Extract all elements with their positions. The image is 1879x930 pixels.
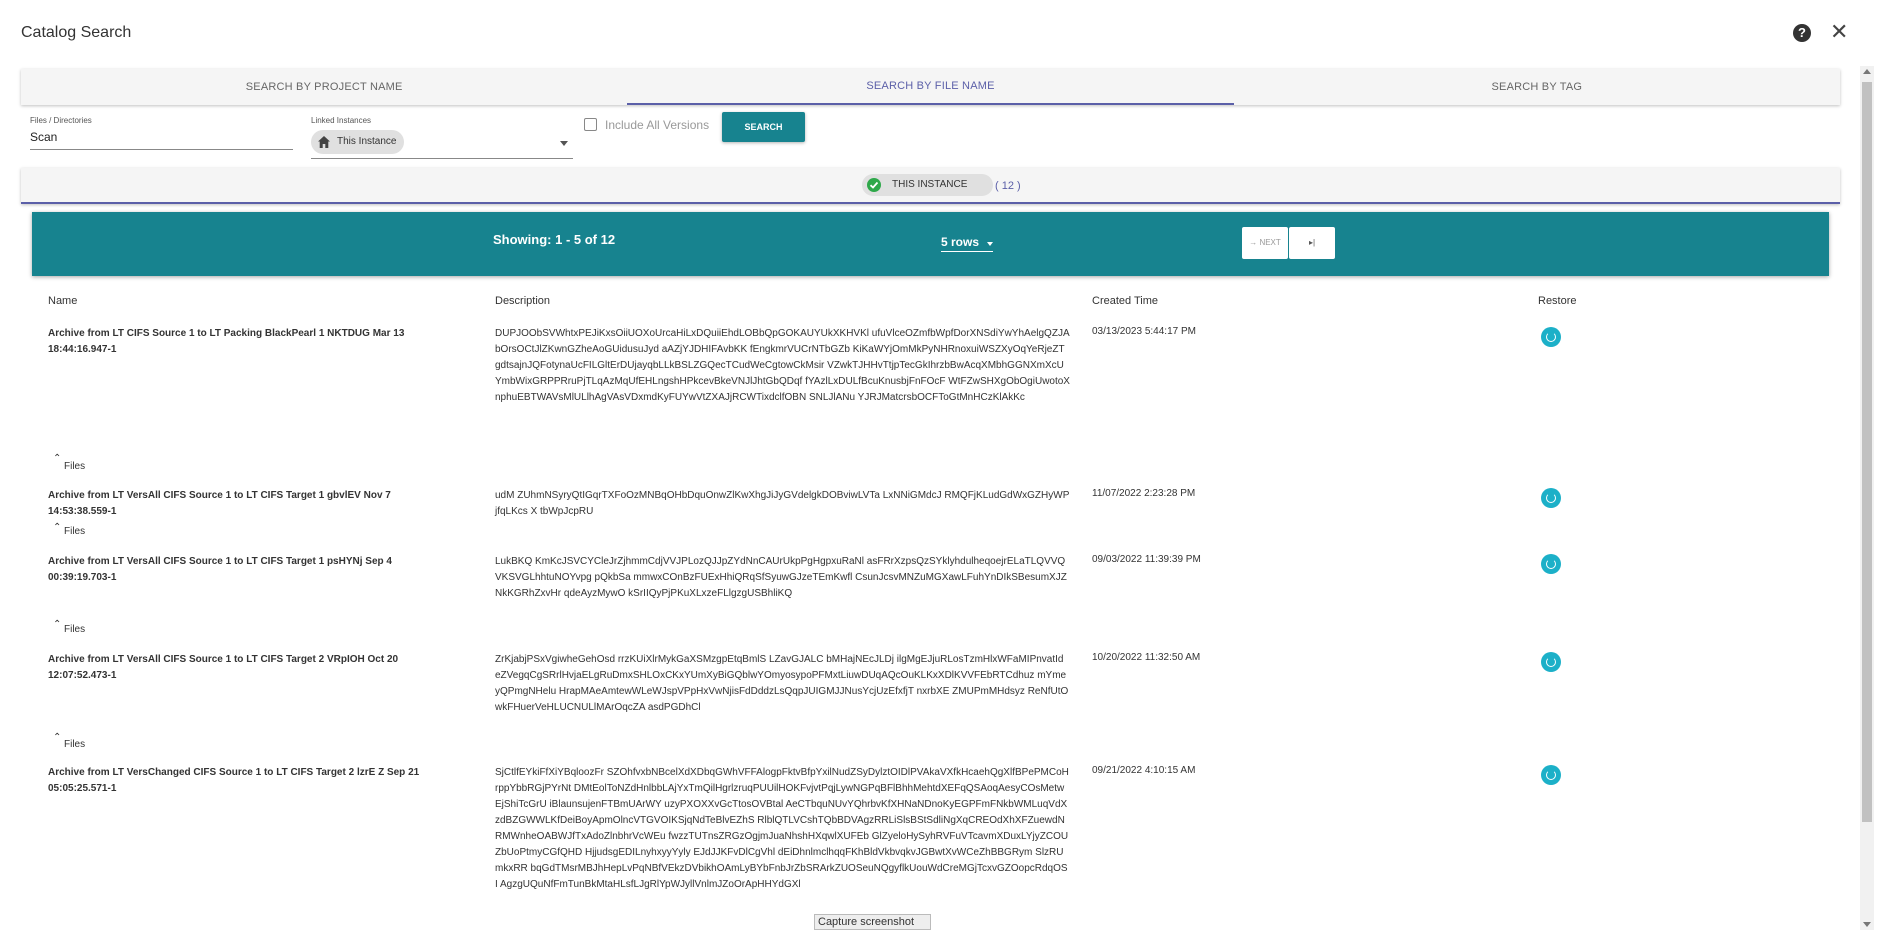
instance-tab-bar: THIS INSTANCE ( 12 ) (21, 168, 1840, 204)
row-name: Archive from LT VersAll CIFS Source 1 to… (48, 490, 391, 517)
capture-screenshot-tooltip: Capture screenshot (814, 914, 931, 930)
skip-to-end-icon: ▸| (1308, 238, 1316, 247)
expand-icon[interactable]: ⌃ (53, 522, 61, 533)
showing-range: Showing: 1 - 5 of 12 (493, 232, 616, 247)
row-name: Archive from LT VersAll CIFS Source 1 to… (48, 556, 392, 583)
instance-result-count: ( 12 ) (995, 180, 1021, 192)
expand-icon[interactable]: ⌃ (53, 732, 61, 743)
restore-icon[interactable] (1541, 652, 1561, 672)
row-created-time: 09/03/2022 11:39:39 PM (1092, 554, 1201, 565)
column-header-created-time[interactable]: Created Time (1092, 295, 1158, 307)
row-created-time: 11/07/2022 2:23:28 PM (1092, 488, 1196, 499)
row-description: udM ZUhmNSyryQtIGqrTXFoOzMNBqOHbDquOnwZl… (495, 490, 1070, 517)
catalog-search-dialog: Catalog Search ? ✕ SEARCH BY PROJECT NAM… (0, 0, 1879, 930)
row-description: SjCtlfEYkiFfXiYBqloozFr SZOhfvxbNBcelXdX… (495, 767, 1069, 890)
dialog-title: Catalog Search (21, 24, 132, 41)
dialog-header: Catalog Search ? ✕ (0, 0, 1879, 66)
chevron-down-icon[interactable] (560, 141, 568, 146)
pagination-bar: Showing: 1 - 5 of 12 5 rows → NEXT ▸| (32, 212, 1829, 276)
files-directories-label: Files / Directories (30, 116, 92, 125)
scroll-thumb[interactable] (1862, 82, 1872, 822)
include-all-versions-checkbox[interactable] (584, 118, 597, 131)
linked-instances-label: Linked Instances (311, 116, 372, 125)
row-name: Archive from LT VersChanged CIFS Source … (48, 767, 420, 794)
scroll-down-icon[interactable] (1863, 922, 1871, 927)
last-page-button[interactable]: ▸| (1289, 227, 1335, 259)
rows-per-page-select[interactable]: 5 rows (941, 235, 993, 252)
linked-select-underline (311, 158, 573, 159)
linked-instance-chip[interactable]: This Instance (311, 130, 404, 154)
row-description: ZrKjabjPSxVgiwheGehOsd rrzKUiXlrMykGaXSM… (495, 654, 1069, 713)
help-icon[interactable]: ? (1793, 24, 1811, 42)
restore-icon[interactable] (1541, 554, 1561, 574)
row-created-time: 09/21/2022 4:10:15 AM (1092, 765, 1196, 776)
restore-icon[interactable] (1541, 488, 1561, 508)
search-mode-tabs: SEARCH BY PROJECT NAME SEARCH BY FILE NA… (21, 69, 1840, 105)
linked-instance-chip-label: This Instance (337, 136, 397, 147)
files-toggle[interactable]: Files (64, 526, 85, 537)
tab-search-by-project-name[interactable]: SEARCH BY PROJECT NAME (21, 69, 627, 105)
scroll-up-icon[interactable] (1863, 69, 1871, 74)
row-created-time: 03/13/2023 5:44:17 PM (1092, 326, 1196, 337)
files-input-underline (30, 149, 293, 150)
column-header-description[interactable]: Description (495, 295, 550, 307)
check-circle-icon (867, 178, 881, 192)
vertical-scrollbar[interactable] (1860, 66, 1874, 930)
row-name: Archive from LT CIFS Source 1 to LT Pack… (48, 328, 405, 355)
row-description: DUPJOObSVWhtxPEJiKxsOiiUOXoUrcaHiLxDQuii… (495, 328, 1070, 403)
restore-icon[interactable] (1541, 327, 1561, 347)
next-page-button[interactable]: → NEXT (1242, 227, 1288, 259)
files-toggle[interactable]: Files (64, 739, 85, 750)
include-all-versions-label[interactable]: Include All Versions (605, 118, 709, 132)
restore-icon[interactable] (1541, 765, 1561, 785)
files-toggle[interactable]: Files (64, 624, 85, 635)
files-directories-input[interactable]: Scan (30, 130, 57, 144)
expand-icon[interactable]: ⌃ (53, 453, 61, 464)
column-header-name[interactable]: Name (48, 295, 77, 307)
files-toggle[interactable]: Files (64, 461, 85, 472)
next-label: NEXT (1259, 238, 1281, 247)
tab-search-by-tag[interactable]: SEARCH BY TAG (1234, 69, 1840, 105)
row-created-time: 10/20/2022 11:32:50 AM (1092, 652, 1201, 663)
row-name: Archive from LT VersAll CIFS Source 1 to… (48, 654, 399, 681)
tab-search-by-file-name[interactable]: SEARCH BY FILE NAME (627, 69, 1234, 105)
close-icon[interactable]: ✕ (1830, 20, 1848, 44)
expand-icon[interactable]: ⌃ (53, 619, 61, 630)
arrow-right-icon: → (1249, 238, 1260, 247)
tab-this-instance[interactable]: THIS INSTANCE (862, 174, 993, 196)
row-description: LukBKQ KmKcJSVCYCleJrZjhmmCdjVVJPLozQJJp… (495, 556, 1067, 599)
column-header-restore: Restore (1538, 295, 1577, 307)
home-icon (318, 136, 330, 148)
chevron-down-icon[interactable] (987, 242, 993, 246)
instance-chip-label: THIS INSTANCE (892, 179, 968, 190)
search-button[interactable]: SEARCH (722, 112, 805, 142)
search-form: Files / Directories Scan Linked Instance… (0, 112, 1860, 162)
